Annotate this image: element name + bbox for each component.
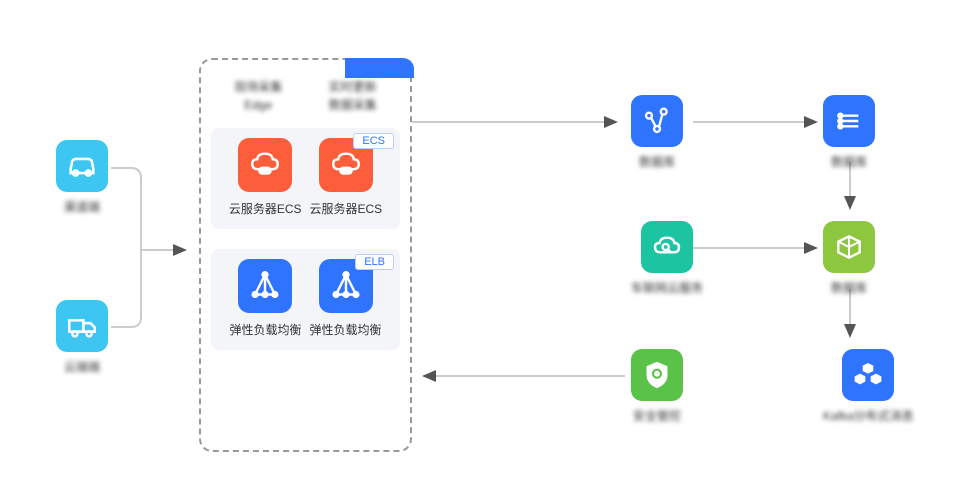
node-graph: 数据库 xyxy=(631,95,683,170)
truck-label: 云端端 xyxy=(64,358,100,375)
connector-lines xyxy=(0,0,960,500)
elb-node-1: 弹性负载均衡 xyxy=(229,259,301,338)
cube-icon xyxy=(823,221,875,273)
load-balancer-icon xyxy=(238,259,292,313)
cloud-search-icon xyxy=(641,221,693,273)
car-icon xyxy=(56,140,108,192)
graph-icon xyxy=(631,95,683,147)
shield-gear-icon xyxy=(631,349,683,401)
node-stack: 数据库 xyxy=(823,95,875,170)
elb-badge: ELB xyxy=(355,254,394,270)
container-tab xyxy=(345,58,414,78)
cluster-icon xyxy=(842,349,894,401)
ecs-badge: ECS xyxy=(353,133,394,149)
car-label: 渠道端 xyxy=(64,198,100,215)
center-container: 现场采集Edge 实时更新数据采集 ECS 云服务器ECS 云服务器ECS EL… xyxy=(199,58,412,452)
node-shield: 安全管控 xyxy=(631,349,683,424)
node-cluster: Kafka分布式消息 xyxy=(823,349,914,424)
cloud-server-icon xyxy=(238,138,292,192)
elb-node-2: 弹性负载均衡 xyxy=(310,259,382,338)
truck-icon xyxy=(56,300,108,352)
ecs-panel: ECS 云服务器ECS 云服务器ECS xyxy=(211,128,400,229)
node-car: 渠道端 xyxy=(56,140,108,215)
elb-panel: ELB 弹性负载均衡 弹性负载均衡 xyxy=(211,249,400,350)
ecs-node-1: 云服务器ECS xyxy=(229,138,302,217)
stack-icon xyxy=(823,95,875,147)
ecs-node-2: 云服务器ECS xyxy=(310,138,383,217)
node-truck: 云端端 xyxy=(56,300,108,375)
node-cube: 数据库 xyxy=(823,221,875,296)
node-cloud-search: 车联网云服务 xyxy=(631,221,703,296)
